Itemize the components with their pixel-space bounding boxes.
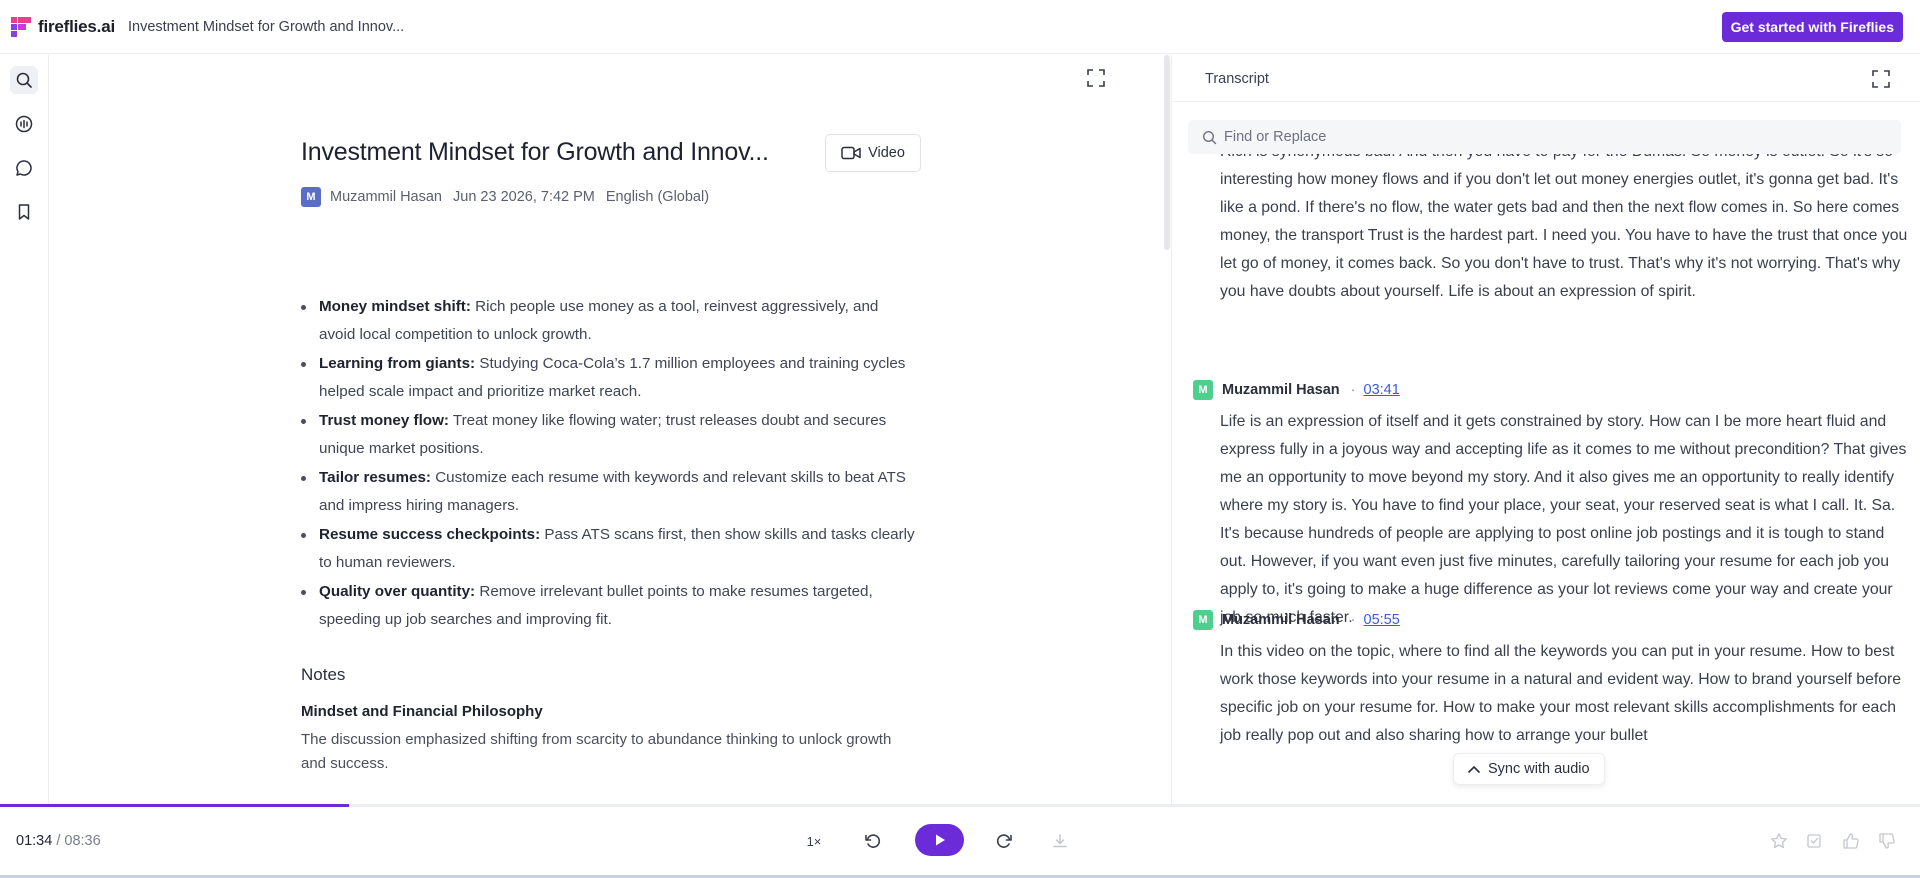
bullet-label: Tailor resumes:: [319, 469, 431, 486]
organizer-name[interactable]: Muzammil Hasan: [330, 189, 442, 205]
meeting-meta: M Muzammil Hasan Jun 23 2026, 7:42 PM En…: [301, 187, 709, 207]
meeting-breadcrumb: Investment Mindset for Growth and Innov.…: [127, 18, 405, 35]
download-icon: [1053, 834, 1067, 848]
bullet-label: Trust money flow:: [319, 412, 449, 429]
thumbs-down-button[interactable]: [1873, 827, 1901, 855]
time-separator: /: [52, 833, 65, 849]
transcript-text: Rich is synonymous bad. And then you hav…: [1220, 154, 1908, 300]
duration: 08:36: [64, 833, 101, 849]
summary-bullet: Money mindset shift: Rich people use mon…: [301, 293, 916, 349]
brand-logo[interactable]: fireflies.ai: [10, 16, 115, 38]
dot-separator: ·: [1350, 382, 1356, 398]
organizer-avatar: M: [301, 187, 321, 207]
speaker-avatar: M: [1193, 610, 1213, 630]
speaker-name[interactable]: Muzammil Hasan: [1222, 382, 1340, 398]
chat-icon: [16, 160, 32, 176]
speaker-line: M Muzammil Hasan · 03:41: [1193, 380, 1400, 400]
timestamp-link[interactable]: 03:41: [1364, 382, 1400, 398]
video-button[interactable]: Video: [825, 134, 921, 172]
task-button[interactable]: [1801, 827, 1829, 855]
meeting-title: Investment Mindset for Growth and Innov.…: [301, 138, 769, 166]
summary-bullet: Quality over quantity: Remove irrelevant…: [301, 578, 916, 634]
fireflies-logo-icon: [11, 16, 31, 37]
transcript-text: In this video on the topic, where to fin…: [1220, 643, 1902, 744]
bullet-label: Resume success checkpoints:: [319, 526, 541, 543]
speed-button[interactable]: 1×: [800, 827, 828, 855]
speaker-line: M Muzammil Hasan · 05:55: [1193, 610, 1400, 630]
left-rail: [0, 55, 49, 805]
search-icon: [16, 72, 32, 88]
rewind-icon: [865, 834, 881, 848]
rail-bookmarks-button[interactable]: [10, 198, 38, 226]
video-camera-icon: [841, 146, 861, 160]
tab-transcript[interactable]: Transcript: [1205, 71, 1269, 87]
current-time: 01:34: [16, 833, 53, 849]
chevron-up-icon: [1468, 766, 1480, 773]
find-replace-box: [1188, 120, 1901, 154]
summary-scrollbar[interactable]: [1164, 55, 1170, 250]
search-icon: [1202, 130, 1217, 144]
meeting-language[interactable]: English (Global): [606, 189, 709, 205]
forward-icon: [996, 834, 1012, 848]
brand-name: fireflies.ai: [38, 16, 115, 36]
notes-heading: Notes: [301, 665, 346, 684]
speaker-name[interactable]: Muzammil Hasan: [1222, 612, 1340, 628]
bullet-label: Learning from giants:: [319, 355, 476, 372]
expand-icon[interactable]: [1870, 68, 1892, 90]
thumbs-up-icon: [1843, 833, 1859, 849]
forward-button[interactable]: [990, 827, 1018, 855]
star-icon: [1771, 833, 1787, 849]
summary-bullet: Tailor resumes: Customize each resume wi…: [301, 464, 916, 520]
bookmark-icon: [18, 204, 30, 220]
thumbs-down-icon: [1879, 833, 1895, 849]
rail-comments-button[interactable]: [10, 154, 38, 182]
summary-bullets: Money mindset shift: Rich people use mon…: [301, 293, 916, 635]
notes-text: The discussion emphasized shifting from …: [301, 731, 892, 772]
play-icon: [935, 834, 945, 846]
rail-search-button[interactable]: [10, 66, 38, 94]
expand-icon[interactable]: [1085, 67, 1107, 89]
bullet-label: Money mindset shift:: [319, 298, 471, 315]
transcript-body: Rich is synonymous bad. And then you hav…: [1172, 154, 1920, 804]
summary-bullet: Learning from giants: Studying Coca-Cola…: [301, 350, 916, 406]
soundbite-icon: [15, 115, 33, 133]
notes-subheading: Mindset and Financial Philosophy: [301, 703, 543, 720]
playback-time: 01:34 / 08:36: [16, 833, 101, 849]
star-button[interactable]: [1765, 827, 1793, 855]
get-started-button[interactable]: Get started with Fireflies: [1721, 12, 1903, 42]
checkbox-edit-icon: [1807, 834, 1821, 848]
sync-label: Sync with audio: [1488, 761, 1590, 777]
transcript-text: Life is an expression of itself and it g…: [1220, 413, 1907, 626]
summary-bullet: Trust money flow: Treat money like flowi…: [301, 407, 916, 463]
timestamp-link[interactable]: 05:55: [1364, 612, 1400, 628]
rewind-button[interactable]: [859, 827, 887, 855]
summary-bullet: Resume success checkpoints: Pass ATS sca…: [301, 521, 916, 577]
bullet-label: Quality over quantity:: [319, 583, 476, 600]
meeting-date: Jun 23 2026, 7:42 PM: [453, 189, 595, 205]
speaker-avatar: M: [1193, 380, 1213, 400]
dot-separator: ·: [1350, 612, 1356, 628]
thumbs-up-button[interactable]: [1837, 827, 1865, 855]
play-button[interactable]: [915, 824, 964, 856]
find-replace-input[interactable]: [1224, 129, 1864, 145]
video-label: Video: [868, 145, 905, 161]
player-bar: 01:34 / 08:36 1×: [0, 807, 1920, 875]
rail-soundbites-button[interactable]: [10, 110, 38, 138]
sync-with-audio-button[interactable]: Sync with audio: [1453, 753, 1605, 785]
transcript-header: Transcript: [1172, 55, 1920, 102]
transcript-pane: Transcript Rich is synonymous bad. And t…: [1171, 55, 1920, 805]
top-bar: fireflies.ai Investment Mindset for Grow…: [0, 0, 1920, 54]
download-button[interactable]: [1046, 827, 1074, 855]
